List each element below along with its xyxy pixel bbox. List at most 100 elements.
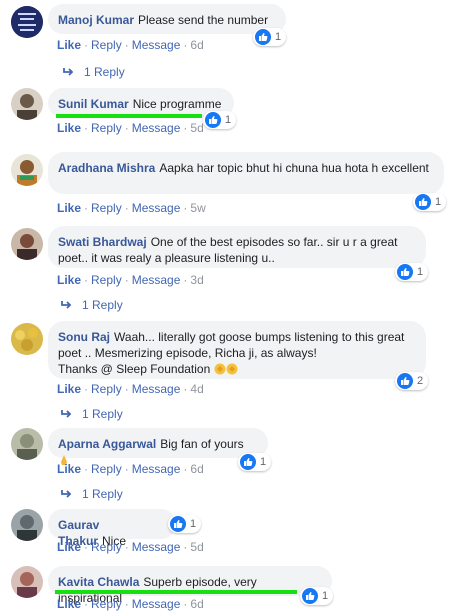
author-name[interactable]: Aradhana Mishra [58,161,155,175]
like-link[interactable]: Like [57,597,81,611]
like-link[interactable]: Like [57,201,81,215]
avatar[interactable] [11,228,43,260]
reply-count: 1 Reply [82,487,123,501]
reaction-badge[interactable]: 1 [253,28,287,46]
timestamp[interactable]: 4d [190,382,203,396]
reaction-count: 1 [190,518,197,530]
comment-actions: Like · Reply · Message · 4d [57,382,204,396]
like-link[interactable]: Like [57,121,81,135]
reaction-badge[interactable]: 1 [413,193,447,211]
reply-link[interactable]: Reply [91,273,122,287]
reaction-badge[interactable]: 1 [395,263,429,281]
highlight-underline [56,114,202,118]
reply-arrow-icon [61,410,72,418]
comment-actions: Like · Reply · Message · 6d [57,38,204,52]
view-replies-link[interactable]: 1 Reply [60,487,123,501]
reply-arrow-icon [63,68,74,76]
thumbs-up-icon [240,454,256,470]
author-name[interactable]: Kavita Chawla [58,575,139,589]
timestamp[interactable]: 5w [190,201,205,215]
thumbs-up-icon [170,516,186,532]
timestamp[interactable]: 6d [190,462,203,476]
like-link[interactable]: Like [57,540,81,554]
avatar[interactable] [11,509,43,541]
view-replies-link[interactable]: 1 Reply [62,65,125,79]
reply-link[interactable]: Reply [91,201,122,215]
message-link[interactable]: Message [132,273,181,287]
reply-arrow-icon [61,490,72,498]
comment-actions: Like · Reply · Message · 5w [57,201,206,215]
reply-link[interactable]: Reply [91,462,122,476]
message-link[interactable]: Message [132,462,181,476]
timestamp[interactable]: 5d [190,121,203,135]
reply-count: 1 Reply [82,407,123,421]
avatar[interactable] [11,154,43,186]
reaction-count: 1 [225,114,232,126]
timestamp[interactable]: 6d [190,597,203,611]
avatar[interactable] [11,566,43,598]
reaction-badge[interactable]: 1 [168,515,202,533]
author-name[interactable]: Manoj Kumar [58,13,134,27]
reaction-badge[interactable]: 2 [395,372,429,390]
author-name[interactable]: Sonu Raj [58,330,110,344]
comment-actions: Like · Reply · Message · 6d [57,462,204,476]
author-name[interactable]: Aparna Aggarwal [58,437,156,451]
message-link[interactable]: Message [132,597,181,611]
comment-actions: Like · Reply · Message · 6d [57,597,204,611]
timestamp[interactable]: 5d [190,540,203,554]
message-link[interactable]: Message [132,201,181,215]
thumbs-up-icon [397,264,413,280]
reply-link[interactable]: Reply [91,382,122,396]
message-link[interactable]: Message [132,540,181,554]
like-link[interactable]: Like [57,38,81,52]
reaction-count: 1 [275,31,282,43]
clap-icon [214,362,238,376]
reply-link[interactable]: Reply [91,121,122,135]
author-name[interactable]: Swati Bhardwaj [58,235,147,249]
thumbs-up-icon [415,194,431,210]
reaction-count: 1 [260,456,267,468]
message-link[interactable]: Message [132,382,181,396]
comment-text: Big fan of yours [160,437,244,451]
reply-count: 1 Reply [82,298,123,312]
avatar[interactable] [11,88,43,120]
timestamp[interactable]: 6d [190,38,203,52]
comment-bubble: Sonu Raj Waah... literally got goose bump… [48,321,426,379]
reply-link[interactable]: Reply [91,597,122,611]
reaction-badge[interactable]: 1 [203,111,237,129]
reply-count: 1 Reply [84,65,125,79]
reply-link[interactable]: Reply [91,38,122,52]
avatar[interactable] [11,6,43,38]
avatar[interactable] [11,428,43,460]
reaction-count: 1 [322,590,329,602]
author-name[interactable]: Sunil Kumar [58,97,129,111]
message-link[interactable]: Message [132,38,181,52]
comment-text: Nice programme [132,97,222,111]
timestamp[interactable]: 3d [190,273,203,287]
like-link[interactable]: Like [57,273,81,287]
view-replies-link[interactable]: 1 Reply [60,407,123,421]
highlight-underline [55,590,297,594]
reaction-badge[interactable]: 1 [238,453,272,471]
comment-text-line2: Thanks @ Sleep Foundation [58,362,211,376]
avatar[interactable] [11,323,43,355]
reaction-badge[interactable]: 1 [300,587,334,605]
comment-bubble: Swati Bhardwaj One of the best episodes s… [48,226,426,268]
view-replies-link[interactable]: 1 Reply [60,298,123,312]
reaction-count: 2 [417,375,424,387]
reply-arrow-icon [61,301,72,309]
reaction-count: 1 [435,196,442,208]
reply-link[interactable]: Reply [91,540,122,554]
like-link[interactable]: Like [57,382,81,396]
thumbs-up-icon [255,29,271,45]
comment-bubble: Aradhana Mishra Aapka har topic bhut hi c… [48,152,444,194]
comment-actions: Like · Reply · Message · 5d [57,540,204,554]
comment-bubble: Aparna Aggarwal Big fan of yours [48,428,268,465]
comment-bubble: Gaurav Thakur Nice [48,509,176,548]
comment-text: Please send the number [138,13,269,27]
message-link[interactable]: Message [132,121,181,135]
thumbs-up-icon [397,373,413,389]
like-link[interactable]: Like [57,462,81,476]
comment-actions: Like · Reply · Message · 3d [57,273,204,287]
comment-actions: Like · Reply · Message · 5d [57,121,204,135]
